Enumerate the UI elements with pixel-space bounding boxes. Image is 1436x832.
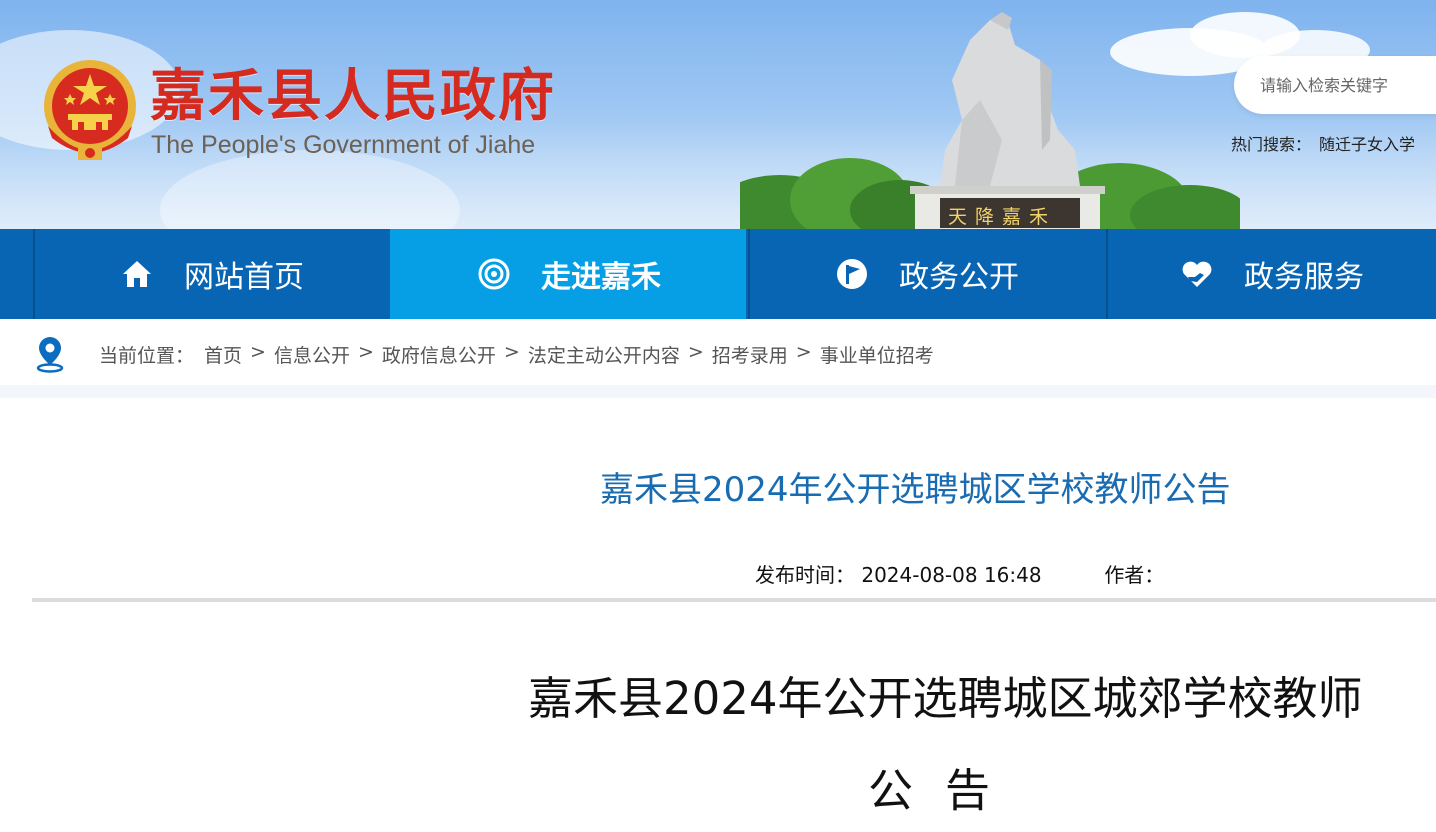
main-nav: 网站首页 走进嘉禾 政务公开 政务服务 [0,229,1436,319]
breadcrumb-separator: > [687,341,704,363]
hot-search-link[interactable]: 随迁子女入学 [1319,135,1415,154]
breadcrumb-separator: > [357,341,374,363]
national-emblem-icon [44,60,136,160]
breadcrumb-statutory-content[interactable]: 法定主动公开内容 [528,341,680,368]
nav-about[interactable]: 走进嘉禾 [390,229,746,319]
search-input[interactable] [1260,72,1436,98]
location-pin-icon [36,337,64,373]
breadcrumb-separator: > [503,341,520,363]
nav-gov-services[interactable]: 政务服务 [1106,229,1436,319]
breadcrumb-separator: > [250,341,266,363]
breadcrumb-institution-recruitment[interactable]: 事业单位招考 [820,341,934,368]
breadcrumb: 当前位置： 首页 > 信息公开 > 政府信息公开 > 法定主动公开内容 > 招考… [99,341,934,368]
nav-gov-services-label: 政务服务 [1244,260,1364,295]
heart-hand-icon [1182,261,1212,287]
target-icon [478,258,510,290]
flag-icon [837,259,867,289]
nav-home[interactable]: 网站首页 [33,229,389,319]
author-label: 作者： [1104,563,1165,587]
breadcrumb-separator: > [795,341,812,363]
nav-about-label: 走进嘉禾 [541,260,661,295]
hot-search: 热门搜索： 随迁子女入学 [1231,131,1415,155]
article-title: 嘉禾县2024年公开选聘城区学校教师公告 [600,470,1231,510]
statue-inscription: 天降嘉禾 [948,206,1057,228]
breadcrumb-bar: 当前位置： 首页 > 信息公开 > 政府信息公开 > 法定主动公开内容 > 招考… [0,319,1436,385]
article-meta: 发布时间： 2024-08-08 16:48 作者： [755,559,1164,588]
search-box [1234,56,1436,114]
nav-home-label: 网站首页 [184,260,304,295]
breadcrumb-recruitment[interactable]: 招考录用 [712,341,788,368]
breadcrumb-lead: 当前位置： [99,345,195,367]
publish-time: 2024-08-08 16:48 [861,563,1042,587]
breadcrumb-info-open[interactable]: 信息公开 [274,341,350,368]
article-divider [32,598,1436,602]
breadcrumb-home[interactable]: 首页 [204,341,242,368]
nav-gov-affairs[interactable]: 政务公开 [748,229,1104,319]
home-icon [123,261,151,287]
breadcrumb-gov-info-open[interactable]: 政府信息公开 [382,341,496,368]
site-title: 嘉禾县人民政府 [150,63,556,129]
body-subheading: 公告 [868,764,1023,817]
statue-illustration [740,12,1240,229]
publish-time-label: 发布时间： [755,563,855,587]
body-heading: 嘉禾县2024年公开选聘城区城郊学校教师 [528,672,1363,725]
breadcrumb-divider [0,385,1436,398]
hot-search-label: 热门搜索： [1231,135,1312,154]
nav-gov-affairs-label: 政务公开 [899,260,1019,295]
site-subtitle: The People's Government of Jiahe [151,131,536,159]
header-banner: 嘉禾县人民政府 The People's Government of Jiahe… [0,0,1436,229]
